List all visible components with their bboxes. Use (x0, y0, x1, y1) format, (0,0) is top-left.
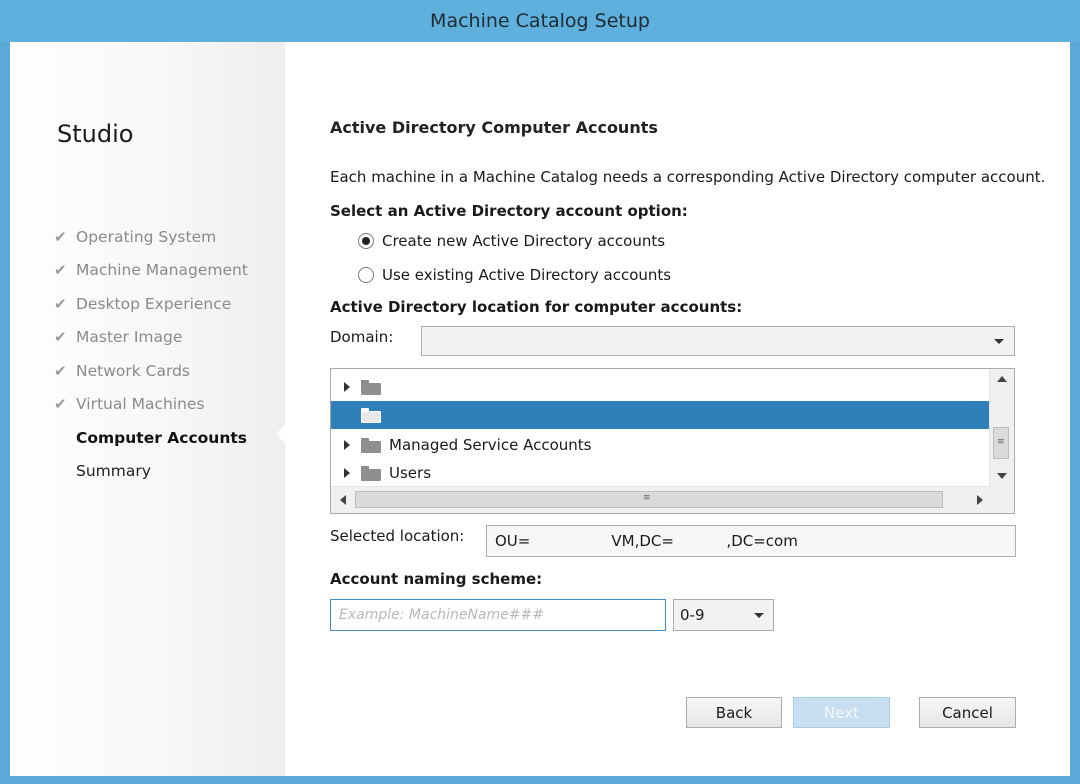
step-computer-accounts[interactable]: Computer Accounts (54, 421, 248, 455)
check-icon: ✔ (54, 261, 67, 280)
step-label: Machine Management (76, 261, 248, 280)
radio-use-existing-accounts[interactable]: Use existing Active Directory accounts (358, 264, 671, 286)
step-summary[interactable]: Summary (54, 455, 248, 489)
step-label: Master Image (76, 328, 183, 347)
cancel-button[interactable]: Cancel (919, 697, 1016, 728)
check-icon: ✔ (54, 361, 67, 380)
ou-tree-view[interactable]: Managed Service Accounts Users ≡ ≡ (330, 368, 1015, 514)
step-network-cards[interactable]: ✔ Network Cards (54, 354, 248, 388)
tree-node[interactable]: Users (331, 459, 991, 487)
step-label: Summary (76, 462, 151, 481)
selected-location-field: OU= VM,DC= ,DC=com (486, 525, 1016, 557)
wizard-client: Studio ✔ Operating System ✔ Machine Manage… (10, 42, 1070, 776)
scroll-up-icon[interactable] (997, 376, 1007, 382)
vertical-scrollbar[interactable]: ≡ (989, 369, 1014, 487)
chevron-down-icon (754, 613, 764, 618)
page-description: Each machine in a Machine Catalog needs … (330, 168, 1046, 186)
step-label: Computer Accounts (76, 428, 247, 447)
step-master-image[interactable]: ✔ Master Image (54, 321, 248, 355)
naming-scheme-label: Account naming scheme: (330, 570, 543, 588)
folder-icon (361, 437, 381, 453)
step-label: Virtual Machines (76, 395, 205, 414)
radio-button[interactable] (358, 267, 374, 283)
window-frame: Machine Catalog Setup Studio ✔ Operating … (0, 0, 1080, 784)
window-title: Machine Catalog Setup (0, 0, 1080, 42)
check-icon: ✔ (54, 227, 67, 246)
scroll-down-icon[interactable] (997, 473, 1007, 479)
expand-arrow-icon[interactable] (344, 382, 350, 392)
vertical-scroll-thumb[interactable]: ≡ (993, 427, 1009, 459)
scrollbar-corner (990, 487, 1014, 513)
scroll-left-icon[interactable] (340, 495, 346, 505)
horizontal-scrollbar[interactable]: ≡ (331, 486, 991, 513)
next-button[interactable]: Next (793, 697, 890, 728)
location-label: Active Directory location for computer a… (330, 298, 743, 316)
tree-node[interactable]: Managed Service Accounts (331, 431, 991, 459)
tree-node-label: Managed Service Accounts (389, 436, 592, 454)
expand-arrow-icon[interactable] (344, 440, 350, 450)
domain-label: Domain: (330, 328, 394, 346)
step-label: Operating System (76, 227, 217, 246)
wizard-steps: ✔ Operating System ✔ Machine Management ✔ D… (54, 220, 248, 488)
step-machine-management[interactable]: ✔ Machine Management (54, 254, 248, 288)
folder-icon (361, 379, 381, 395)
radio-create-new-accounts[interactable]: Create new Active Directory accounts (358, 230, 665, 252)
expand-placeholder (344, 410, 350, 420)
step-label: Network Cards (76, 361, 190, 380)
naming-scheme-input[interactable] (330, 599, 666, 631)
radio-label: Use existing Active Directory accounts (382, 266, 672, 284)
expand-arrow-icon[interactable] (344, 468, 350, 478)
tree-node-selected[interactable] (331, 401, 991, 429)
tree-node-label: Users (389, 464, 432, 482)
scroll-right-icon[interactable] (977, 495, 983, 505)
current-step-pointer (276, 424, 286, 444)
tree-node[interactable] (331, 373, 991, 401)
step-virtual-machines[interactable]: ✔ Virtual Machines (54, 388, 248, 422)
step-label: Desktop Experience (76, 294, 232, 313)
step-operating-system[interactable]: ✔ Operating System (54, 220, 248, 254)
back-button[interactable]: Back (686, 697, 782, 728)
naming-scheme-type-dropdown[interactable]: 0-9 (673, 599, 774, 631)
radio-button-selected[interactable] (358, 233, 374, 249)
radio-label: Create new Active Directory accounts (382, 232, 666, 250)
horizontal-scroll-thumb[interactable]: ≡ (355, 491, 943, 508)
folder-icon (361, 465, 381, 481)
step-desktop-experience[interactable]: ✔ Desktop Experience (54, 287, 248, 321)
wizard-sidebar: Studio ✔ Operating System ✔ Machine Manage… (10, 42, 285, 776)
domain-dropdown[interactable] (421, 326, 1015, 356)
chevron-down-icon (994, 339, 1004, 344)
check-icon: ✔ (54, 395, 67, 414)
open-folder-icon (361, 407, 381, 423)
selected-location-label: Selected location: (330, 527, 465, 545)
account-option-label: Select an Active Directory account optio… (330, 202, 688, 220)
page-title: Active Directory Computer Accounts (330, 118, 658, 137)
wizard-content: Active Directory Computer Accounts Each … (330, 42, 1045, 776)
check-icon: ✔ (54, 328, 67, 347)
check-icon: ✔ (54, 294, 67, 313)
naming-scheme-type-value: 0-9 (680, 606, 705, 624)
grip-icon: ≡ (643, 493, 651, 503)
sidebar-title: Studio (57, 120, 134, 148)
grip-icon: ≡ (997, 437, 1005, 447)
